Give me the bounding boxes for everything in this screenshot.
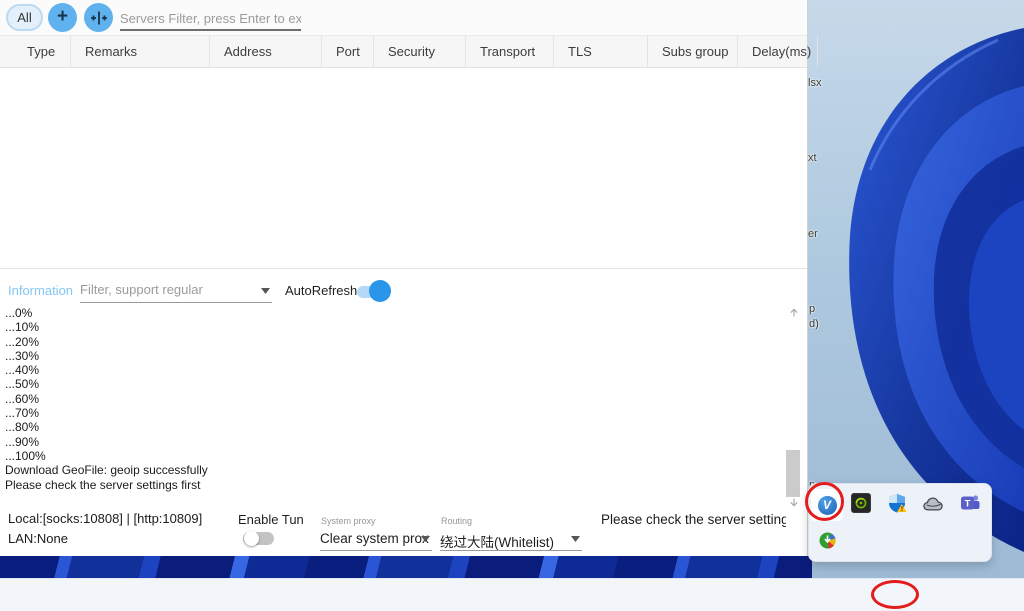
log-scrollbar[interactable] [786, 305, 801, 508]
toggle-knob [244, 531, 259, 546]
log-line: ...100% [5, 449, 780, 463]
desktop-icon-label-fragment: er [808, 228, 818, 240]
subscription-group-all-button[interactable]: All [6, 4, 43, 31]
pane-divider [0, 268, 807, 269]
log-line: ...10% [5, 320, 780, 334]
log-line: Download GeoFile: geoip successfully [5, 463, 780, 477]
tray-idm-icon[interactable] [817, 530, 837, 550]
table-column-header[interactable]: Port [322, 36, 374, 67]
servers-filter-input[interactable] [120, 7, 301, 31]
server-toolbar: All + [0, 0, 807, 35]
arrow-up-icon [789, 308, 799, 318]
log-line: ...0% [5, 306, 780, 320]
log-line: ...30% [5, 349, 780, 363]
scrollbar-thumb[interactable] [786, 450, 800, 497]
autorefresh-label: AutoRefresh [285, 283, 357, 298]
system-proxy-label: System proxy [321, 516, 376, 526]
table-column-header[interactable]: TLS [554, 36, 648, 67]
server-table-header: TypeRemarksAddressPortSecurityTransportT… [0, 35, 807, 68]
system-proxy-combobox[interactable]: Clear system prox [320, 527, 432, 551]
log-output[interactable]: ...0%...10%...20%...30%...40%...50%...60… [5, 306, 780, 504]
column-adjust-icon [90, 9, 108, 27]
server-table-body-empty[interactable] [0, 68, 807, 268]
tray-teams-icon[interactable]: T [960, 493, 980, 513]
tray-nvidia-icon[interactable] [851, 493, 871, 513]
chevron-down-icon [571, 536, 580, 542]
local-listen-status: Local:[socks:10808] | [http:10809] [8, 511, 202, 526]
tray-windows-security-icon[interactable] [887, 493, 907, 513]
annotation-circle-taskbar-chevron [871, 580, 919, 609]
table-column-header[interactable]: Remarks [71, 36, 210, 67]
autorefresh-toggle[interactable] [357, 280, 399, 302]
routing-value: 绕过大陆(Whitelist) [440, 527, 582, 551]
arrow-down-icon [789, 497, 799, 507]
log-line: ...50% [5, 377, 780, 391]
desktop-icon-label-fragment: p [809, 303, 815, 315]
enable-tun-label: Enable Tun [238, 512, 304, 527]
desktop: lsx xt er p d) n All + TypeRemarksAddres… [0, 0, 1024, 611]
toggle-knob [369, 280, 391, 302]
log-line: ...60% [5, 392, 780, 406]
scroll-up-arrow[interactable] [787, 307, 800, 319]
system-proxy-value: Clear system prox [320, 527, 432, 546]
annotation-circle-tray-v2rayn [805, 482, 844, 521]
log-line: ...70% [5, 406, 780, 420]
table-column-header[interactable]: Subs group [648, 36, 738, 67]
cloud-icon [923, 496, 943, 512]
teams-letter: T [965, 498, 971, 509]
enable-tun-toggle[interactable] [243, 528, 277, 548]
log-line: ...90% [5, 435, 780, 449]
routing-combobox[interactable]: 绕过大陆(Whitelist) [440, 527, 582, 551]
desktop-icon-label-fragment: xt [808, 152, 817, 164]
table-column-header[interactable]: Type [0, 36, 71, 67]
desktop-icon-label-fragment: d) [809, 318, 819, 330]
log-line: ...20% [5, 335, 780, 349]
nvidia-icon [851, 493, 871, 513]
log-line: ...40% [5, 363, 780, 377]
v2rayn-main-window: All + TypeRemarksAddressPortSecurityTran… [0, 0, 808, 556]
table-column-header[interactable]: Delay(ms) [738, 36, 818, 67]
lan-status: LAN:None [8, 531, 68, 546]
tab-information[interactable]: Information [8, 283, 73, 298]
table-column-header[interactable]: Address [210, 36, 322, 67]
status-message: Please check the server settings fir [601, 512, 786, 527]
adjust-columns-button[interactable] [84, 3, 113, 32]
tray-cloud-icon[interactable] [923, 494, 943, 514]
routing-label: Routing [441, 516, 472, 526]
idm-icon [819, 532, 836, 549]
log-line: Please check the server settings first [5, 478, 780, 492]
scroll-down-arrow[interactable] [787, 496, 800, 508]
windows-security-icon [887, 493, 907, 513]
chevron-down-icon [421, 536, 430, 542]
add-server-button[interactable]: + [48, 3, 77, 32]
teams-icon: T [960, 493, 980, 513]
wallpaper-strip [0, 556, 812, 578]
log-filter-combobox[interactable]: Filter, support regular [80, 279, 272, 303]
chevron-down-icon [261, 288, 270, 294]
log-filter-placeholder: Filter, support regular [80, 279, 272, 297]
log-line: ...80% [5, 420, 780, 434]
table-column-header[interactable]: Transport [466, 36, 554, 67]
table-column-header[interactable]: Security [374, 36, 466, 67]
desktop-icon-label-fragment: lsx [808, 77, 821, 89]
